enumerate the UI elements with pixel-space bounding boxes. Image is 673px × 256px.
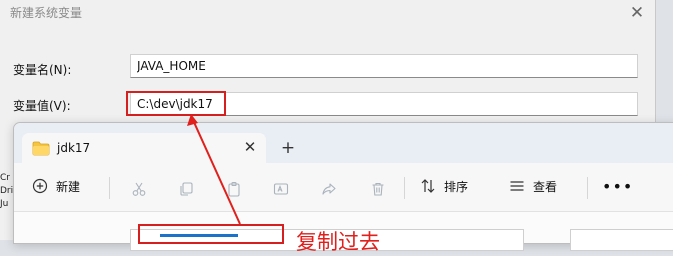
edge-text-fragment: Ju <box>0 199 9 209</box>
view-list-icon <box>510 181 524 191</box>
view-button-label: 查看 <box>533 179 558 194</box>
tab-jdk17[interactable]: jdk17 ✕ <box>22 133 266 163</box>
new-button[interactable]: 新建 <box>32 176 80 196</box>
tab-strip: jdk17 ✕ + <box>14 123 673 163</box>
background-window-edge: Cr Dri Ju <box>0 172 13 240</box>
share-icon[interactable] <box>321 181 337 197</box>
address-highlight-box <box>138 224 284 244</box>
new-button-label: 新建 <box>56 179 81 194</box>
sort-arrows-icon <box>421 179 435 193</box>
edge-text-fragment: Dri <box>0 186 13 196</box>
more-options-icon[interactable]: ••• <box>602 176 633 196</box>
tab-label: jdk17 <box>57 141 91 155</box>
copy-icon[interactable] <box>178 181 194 197</box>
divider <box>404 177 405 199</box>
dialog-title: 新建系统变量 <box>10 6 83 20</box>
variable-value-label: 变量值(V): <box>13 99 71 113</box>
edge-text-fragment: Cr <box>0 173 10 183</box>
folder-icon <box>32 141 50 156</box>
cut-icon[interactable] <box>131 181 147 197</box>
sort-button-label: 排序 <box>444 179 469 194</box>
annotation-text: 复制过去 <box>296 230 380 254</box>
tab-close-icon[interactable]: ✕ <box>241 138 259 156</box>
sort-button[interactable]: 排序 <box>420 176 468 196</box>
view-button[interactable]: 查看 <box>509 176 557 196</box>
rename-icon[interactable] <box>273 181 289 197</box>
search-box[interactable] <box>570 229 673 251</box>
paste-icon[interactable] <box>226 181 242 197</box>
command-bar: 新建 排序 查看 ••• <box>14 163 673 212</box>
variable-name-label: 变量名(N): <box>13 63 72 77</box>
divider <box>109 177 110 199</box>
new-tab-button[interactable]: + <box>276 138 300 160</box>
delete-icon[interactable] <box>370 181 386 197</box>
close-icon[interactable]: ✕ <box>627 3 647 23</box>
variable-value-highlight-box <box>126 91 226 116</box>
variable-name-input[interactable] <box>130 54 638 78</box>
divider <box>587 177 588 199</box>
plus-circle-icon <box>32 178 48 194</box>
